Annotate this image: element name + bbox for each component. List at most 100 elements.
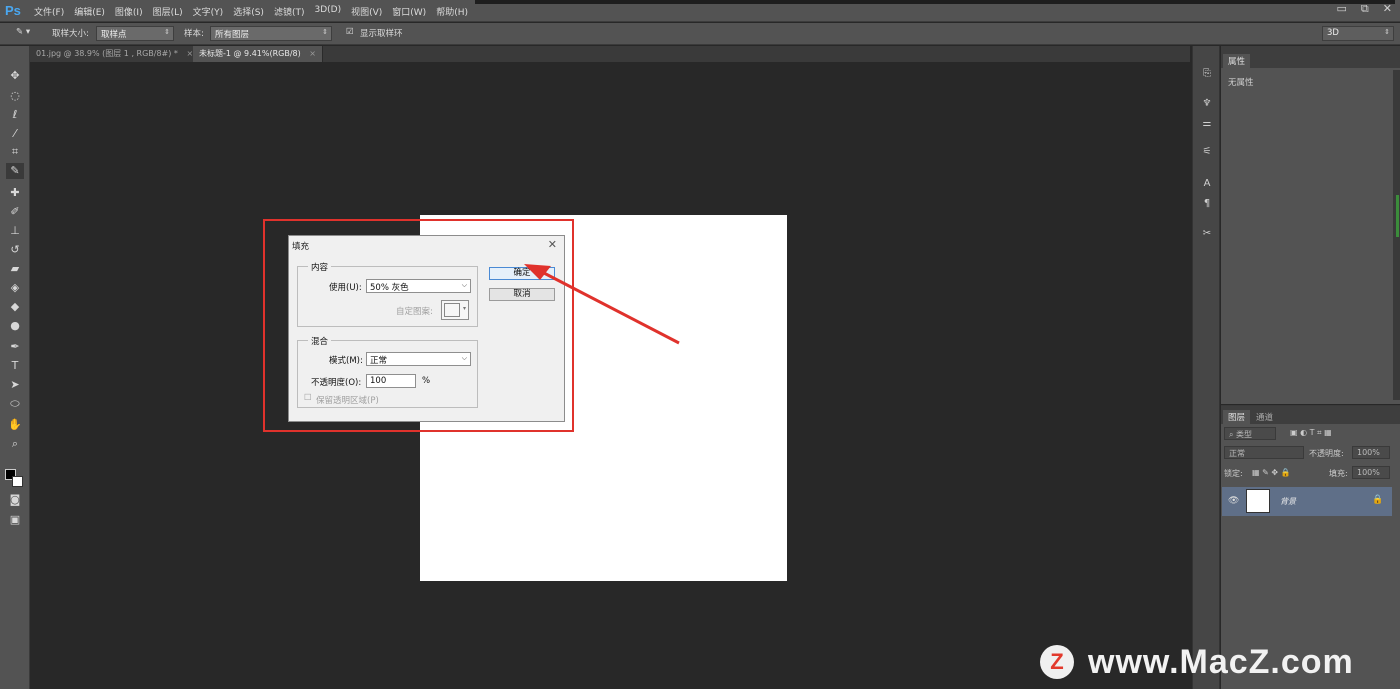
- close-icon[interactable]: ×: [309, 49, 316, 58]
- blend-mode-value: 正常: [1229, 449, 1245, 458]
- menu-3d[interactable]: 3D(D): [314, 5, 341, 18]
- paint-bucket-icon[interactable]: ◈: [6, 280, 24, 296]
- window-controls: ▭ ⧉ ✕: [1337, 2, 1392, 16]
- layer-filter-select[interactable]: ⌕ 类型: [1224, 427, 1276, 440]
- brush-tool-icon[interactable]: ✐: [6, 204, 24, 220]
- marquee-tool-icon[interactable]: ◌: [6, 88, 24, 104]
- tab-label: 未标题-1 @ 9.41%(RGB/8): [199, 49, 301, 58]
- sample-label: 样本:: [184, 29, 204, 39]
- watermark-text: www.MacZ.com: [1088, 642, 1354, 681]
- filter-icons[interactable]: ▣ ◐ T ⌗ ▦: [1290, 428, 1332, 438]
- layer-opacity-value: 100%: [1357, 448, 1380, 457]
- minimize-icon[interactable]: ▭: [1337, 2, 1347, 16]
- path-select-icon[interactable]: ➤: [6, 377, 24, 393]
- eyedropper-tool-icon[interactable]: ✎ ▾: [16, 27, 30, 37]
- tools-panel: ✥ ◌ ℓ ⁄ ⌗ ✎ ✚ ✐ ⊥ ↺ ▰ ◈ ◆ ● ✒ T ➤ ⬭ ✋ ⌕ …: [0, 46, 30, 689]
- sample-size-value: 取样点: [101, 30, 127, 40]
- menu-help[interactable]: 帮助(H): [436, 5, 468, 18]
- dropdown-arrow-icon: ⇕: [164, 28, 170, 36]
- fill-value: 100%: [1357, 468, 1380, 477]
- title-strip: [475, 0, 1395, 4]
- menu-bar: Ps 文件(F) 编辑(E) 图像(I) 图层(L) 文字(Y) 选择(S) 滤…: [0, 0, 1400, 22]
- properties-tabs: 属性: [1221, 46, 1400, 68]
- pen-tool-icon[interactable]: ✒: [6, 339, 24, 355]
- blend-mode-select[interactable]: 正常: [1224, 446, 1304, 459]
- layer-row-background[interactable]: 👁 背景 🔒: [1222, 487, 1392, 516]
- adjustments-panel-icon[interactable]: ⚌: [1199, 116, 1215, 132]
- show-ring-label: 显示取样环: [360, 29, 403, 39]
- menu-select[interactable]: 选择(S): [233, 5, 264, 18]
- layer-opacity-label: 不透明度:: [1309, 449, 1344, 458]
- menu-view[interactable]: 视图(V): [351, 5, 382, 18]
- sample-value: 所有图层: [215, 30, 250, 40]
- watermark-logo: Z: [1040, 645, 1074, 679]
- menu-edit[interactable]: 编辑(E): [74, 5, 105, 18]
- panel-dock: ⎘ ♆ ⚌ ⚟ A ¶ ✂: [1192, 46, 1220, 689]
- eyedropper-tool-icon[interactable]: ✎: [6, 163, 24, 179]
- panel-indicator: [1396, 195, 1399, 237]
- sample-size-select[interactable]: 取样点 ⇕: [96, 26, 174, 41]
- history-brush-icon[interactable]: ↺: [6, 242, 24, 258]
- eraser-tool-icon[interactable]: ▰: [6, 261, 24, 277]
- brush-panel-icon[interactable]: ♆: [1199, 96, 1215, 112]
- tab-untitled-1[interactable]: 未标题-1 @ 9.41%(RGB/8) ×: [193, 46, 323, 62]
- menu-layer[interactable]: 图层(L): [153, 5, 183, 18]
- options-bar: ✎ ▾ 取样大小: 取样点 ⇕ 样本: 所有图层 ⇕ ☑ 显示取样环 3D ⇕: [0, 23, 1400, 45]
- move-tool-icon[interactable]: ✥: [6, 68, 24, 84]
- lock-icon: 🔒: [1372, 495, 1384, 505]
- layer-filter-row: ⌕ 类型 ▣ ◐ T ⌗ ▦: [1224, 427, 1394, 441]
- menu-window[interactable]: 窗口(W): [392, 5, 426, 18]
- crop-tool-icon[interactable]: ⌗: [6, 144, 24, 160]
- fill-input[interactable]: 100%: [1352, 466, 1390, 479]
- tab-channels[interactable]: 通道: [1251, 410, 1278, 424]
- layer-opacity-input[interactable]: 100%: [1352, 446, 1390, 459]
- stamp-tool-icon[interactable]: ⊥: [6, 223, 24, 239]
- tool-presets-icon[interactable]: ✂: [1199, 226, 1215, 242]
- quick-mask-icon[interactable]: ◙: [6, 492, 24, 508]
- sample-size-label: 取样大小:: [52, 29, 89, 39]
- dodge-tool-icon[interactable]: ●: [6, 318, 24, 334]
- photoshop-logo: Ps: [5, 3, 21, 18]
- menu-image[interactable]: 图像(I): [115, 5, 143, 18]
- paragraph-panel-icon[interactable]: ¶: [1199, 196, 1215, 212]
- dropdown-arrow-icon: ⇕: [322, 28, 328, 36]
- menu-filter[interactable]: 滤镜(T): [274, 5, 305, 18]
- background-color-swatch[interactable]: [12, 476, 23, 487]
- layer-thumbnail: [1246, 489, 1270, 513]
- tab-properties[interactable]: 属性: [1223, 54, 1251, 68]
- search-icon: ⌕: [1229, 430, 1237, 439]
- sample-select[interactable]: 所有图层 ⇕: [210, 26, 332, 41]
- menu-type[interactable]: 文字(Y): [193, 5, 224, 18]
- show-ring-checkbox[interactable]: ☑: [346, 27, 354, 37]
- properties-panel: 属性 无属性: [1221, 46, 1400, 404]
- hand-tool-icon[interactable]: ✋: [6, 417, 24, 433]
- annotation-highlight-box: [263, 219, 574, 432]
- lasso-tool-icon[interactable]: ℓ: [6, 107, 24, 123]
- tab-01-jpg[interactable]: 01.jpg @ 38.9% (图层 1 , RGB/8#) * ×: [30, 46, 201, 62]
- dropdown-arrow-icon: ⇕: [1384, 28, 1390, 36]
- close-icon[interactable]: ✕: [1383, 2, 1392, 16]
- clone-source-icon[interactable]: ⚟: [1199, 144, 1215, 160]
- menu-items: 文件(F) 编辑(E) 图像(I) 图层(L) 文字(Y) 选择(S) 滤镜(T…: [34, 5, 468, 18]
- history-panel-icon[interactable]: ⎘: [1199, 66, 1215, 82]
- restore-icon[interactable]: ⧉: [1361, 2, 1369, 16]
- tab-layers[interactable]: 图层: [1223, 410, 1251, 424]
- no-properties-text: 无属性: [1228, 78, 1254, 88]
- layers-tabs: 图层 通道: [1221, 406, 1400, 424]
- ellipse-tool-icon[interactable]: ⬭: [6, 396, 24, 412]
- workspace-select[interactable]: 3D ⇕: [1322, 26, 1394, 41]
- healing-brush-icon[interactable]: ✚: [6, 185, 24, 201]
- lock-icons[interactable]: ▦ ✎ ✥ 🔒: [1252, 468, 1291, 477]
- workspace-value: 3D: [1327, 28, 1339, 38]
- zoom-tool-icon[interactable]: ⌕: [6, 436, 24, 452]
- blur-tool-icon[interactable]: ◆: [6, 299, 24, 315]
- quick-select-tool-icon[interactable]: ⁄: [6, 126, 24, 142]
- menu-file[interactable]: 文件(F): [34, 5, 64, 18]
- eye-icon[interactable]: 👁: [1228, 496, 1239, 506]
- screen-mode-icon[interactable]: ▣: [6, 512, 24, 528]
- type-tool-icon[interactable]: T: [6, 358, 24, 374]
- tab-label: 01.jpg @ 38.9% (图层 1 , RGB/8#) *: [36, 49, 178, 58]
- character-panel-icon[interactable]: A: [1199, 176, 1215, 192]
- lock-label: 锁定:: [1224, 469, 1243, 478]
- blend-row: 正常 不透明度: 100%: [1224, 446, 1394, 460]
